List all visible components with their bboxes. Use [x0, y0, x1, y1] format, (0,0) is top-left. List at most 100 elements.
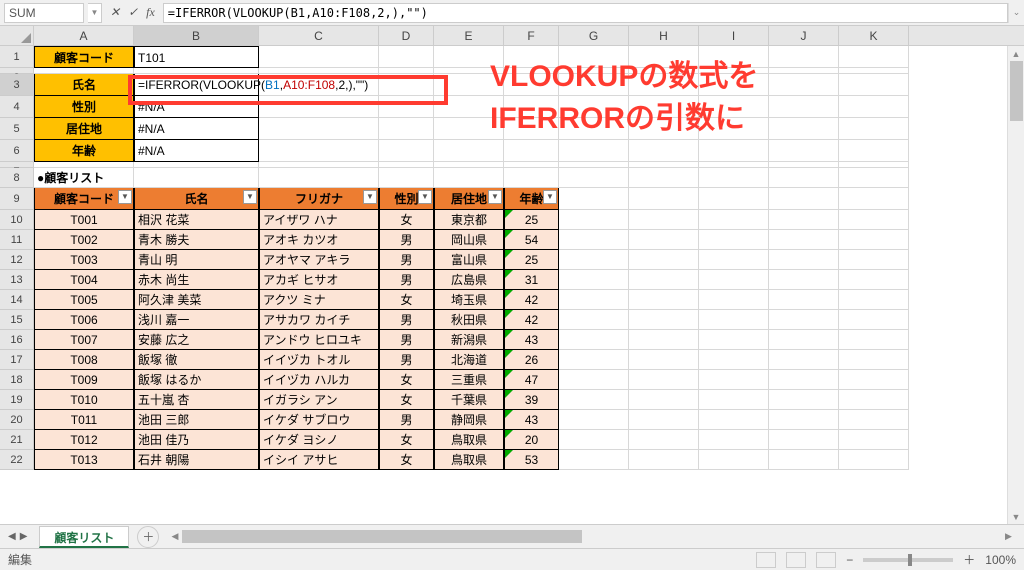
table-row-age[interactable]: 20 — [504, 430, 559, 450]
cell[interactable] — [839, 210, 909, 230]
cell[interactable] — [839, 310, 909, 330]
name-box-dropdown[interactable]: ▼ — [88, 3, 102, 23]
table-row-name[interactable]: 飯塚 徹 — [134, 350, 259, 370]
cell[interactable] — [699, 168, 769, 188]
cell[interactable] — [559, 430, 629, 450]
row-header-4[interactable]: 4 — [0, 96, 34, 118]
cell[interactable] — [629, 430, 699, 450]
table-row-name[interactable]: 五十嵐 杏 — [134, 390, 259, 410]
filter-dropdown-icon[interactable]: ▼ — [418, 190, 432, 204]
cell[interactable] — [629, 188, 699, 210]
cell[interactable] — [379, 96, 434, 118]
table-row-code[interactable]: T006 — [34, 310, 134, 330]
cell[interactable] — [769, 74, 839, 96]
row-header-15[interactable]: 15 — [0, 310, 34, 330]
cell[interactable] — [259, 96, 379, 118]
table-row-pref[interactable]: 千葉県 — [434, 390, 504, 410]
table-row-sex[interactable]: 男 — [379, 270, 434, 290]
cell[interactable] — [699, 118, 769, 140]
cell[interactable] — [504, 74, 559, 96]
cell[interactable] — [559, 250, 629, 270]
table-row-sex[interactable]: 女 — [379, 390, 434, 410]
table-row-pref[interactable]: 埼玉県 — [434, 290, 504, 310]
cell[interactable] — [379, 74, 434, 96]
table-row-code[interactable]: T009 — [34, 370, 134, 390]
table-row-pref[interactable]: 広島県 — [434, 270, 504, 290]
col-header-I[interactable]: I — [699, 26, 769, 45]
table-row-age[interactable]: 43 — [504, 330, 559, 350]
cell[interactable] — [559, 370, 629, 390]
cell[interactable] — [559, 140, 629, 162]
table-row-kana[interactable]: アクツ ミナ — [259, 290, 379, 310]
sheet-tab-active[interactable]: 顧客リスト — [39, 526, 129, 548]
table-row-age[interactable]: 42 — [504, 310, 559, 330]
table-row-age[interactable]: 54 — [504, 230, 559, 250]
cell[interactable] — [839, 350, 909, 370]
row-header-21[interactable]: 21 — [0, 430, 34, 450]
cell[interactable] — [769, 188, 839, 210]
cell[interactable] — [839, 330, 909, 350]
cell[interactable] — [839, 250, 909, 270]
cell[interactable] — [839, 290, 909, 310]
cell[interactable] — [769, 290, 839, 310]
table-row-name[interactable]: 石井 朝陽 — [134, 450, 259, 470]
view-page-break-button[interactable] — [816, 552, 836, 568]
cell[interactable] — [699, 430, 769, 450]
table-row-code[interactable]: T008 — [34, 350, 134, 370]
row-header-11[interactable]: 11 — [0, 230, 34, 250]
cell[interactable] — [839, 118, 909, 140]
cell[interactable] — [839, 390, 909, 410]
cell[interactable] — [259, 118, 379, 140]
cell[interactable] — [629, 270, 699, 290]
table-row-age[interactable]: 53 — [504, 450, 559, 470]
cell-A6[interactable]: 年齢 — [34, 140, 134, 162]
cell[interactable] — [769, 168, 839, 188]
cell[interactable] — [559, 350, 629, 370]
horizontal-scrollbar[interactable]: ◀ ▶ — [167, 529, 1016, 545]
table-row-code[interactable]: T007 — [34, 330, 134, 350]
formula-input[interactable]: =IFERROR(VLOOKUP(B1,A10:F108,2,),"") — [163, 3, 1008, 23]
table-row-sex[interactable]: 女 — [379, 430, 434, 450]
table-row-sex[interactable]: 女 — [379, 450, 434, 470]
cell[interactable] — [699, 450, 769, 470]
table-row-kana[interactable]: イケダ サブロウ — [259, 410, 379, 430]
cell[interactable] — [559, 270, 629, 290]
table-row-sex[interactable]: 男 — [379, 230, 434, 250]
cell[interactable] — [699, 230, 769, 250]
cell[interactable] — [559, 96, 629, 118]
table-row-code[interactable]: T001 — [34, 210, 134, 230]
table-row-name[interactable]: 青木 勝夫 — [134, 230, 259, 250]
table-row-sex[interactable]: 男 — [379, 410, 434, 430]
cell[interactable] — [434, 168, 504, 188]
cell[interactable] — [769, 230, 839, 250]
confirm-icon[interactable]: ✓ — [128, 5, 138, 20]
table-row-code[interactable]: T002 — [34, 230, 134, 250]
filter-dropdown-icon[interactable]: ▼ — [243, 190, 257, 204]
zoom-in-button[interactable]: ＋ — [963, 551, 975, 568]
table-row-age[interactable]: 43 — [504, 410, 559, 430]
cell[interactable] — [629, 330, 699, 350]
table-row-age[interactable]: 39 — [504, 390, 559, 410]
cell[interactable] — [699, 188, 769, 210]
filter-dropdown-icon[interactable]: ▼ — [543, 190, 557, 204]
cell[interactable] — [769, 210, 839, 230]
row-header-1[interactable]: 1 — [0, 46, 34, 68]
row-header-3[interactable]: 3 — [0, 74, 34, 96]
cell[interactable] — [769, 270, 839, 290]
table-row-pref[interactable]: 富山県 — [434, 250, 504, 270]
cell[interactable] — [839, 188, 909, 210]
cell[interactable] — [699, 290, 769, 310]
col-header-J[interactable]: J — [769, 26, 839, 45]
cell[interactable] — [769, 390, 839, 410]
cell[interactable] — [559, 168, 629, 188]
table-row-sex[interactable]: 男 — [379, 310, 434, 330]
cell[interactable] — [629, 450, 699, 470]
cell[interactable] — [559, 46, 629, 68]
table-row-kana[interactable]: イシイ アサヒ — [259, 450, 379, 470]
cell[interactable] — [434, 74, 504, 96]
cell[interactable] — [699, 390, 769, 410]
sheet-nav-next-icon[interactable]: ▶ — [20, 531, 28, 542]
col-header-K[interactable]: K — [839, 26, 909, 45]
table-row-name[interactable]: 赤木 尚生 — [134, 270, 259, 290]
cell-B6[interactable]: #N/A — [134, 140, 259, 162]
